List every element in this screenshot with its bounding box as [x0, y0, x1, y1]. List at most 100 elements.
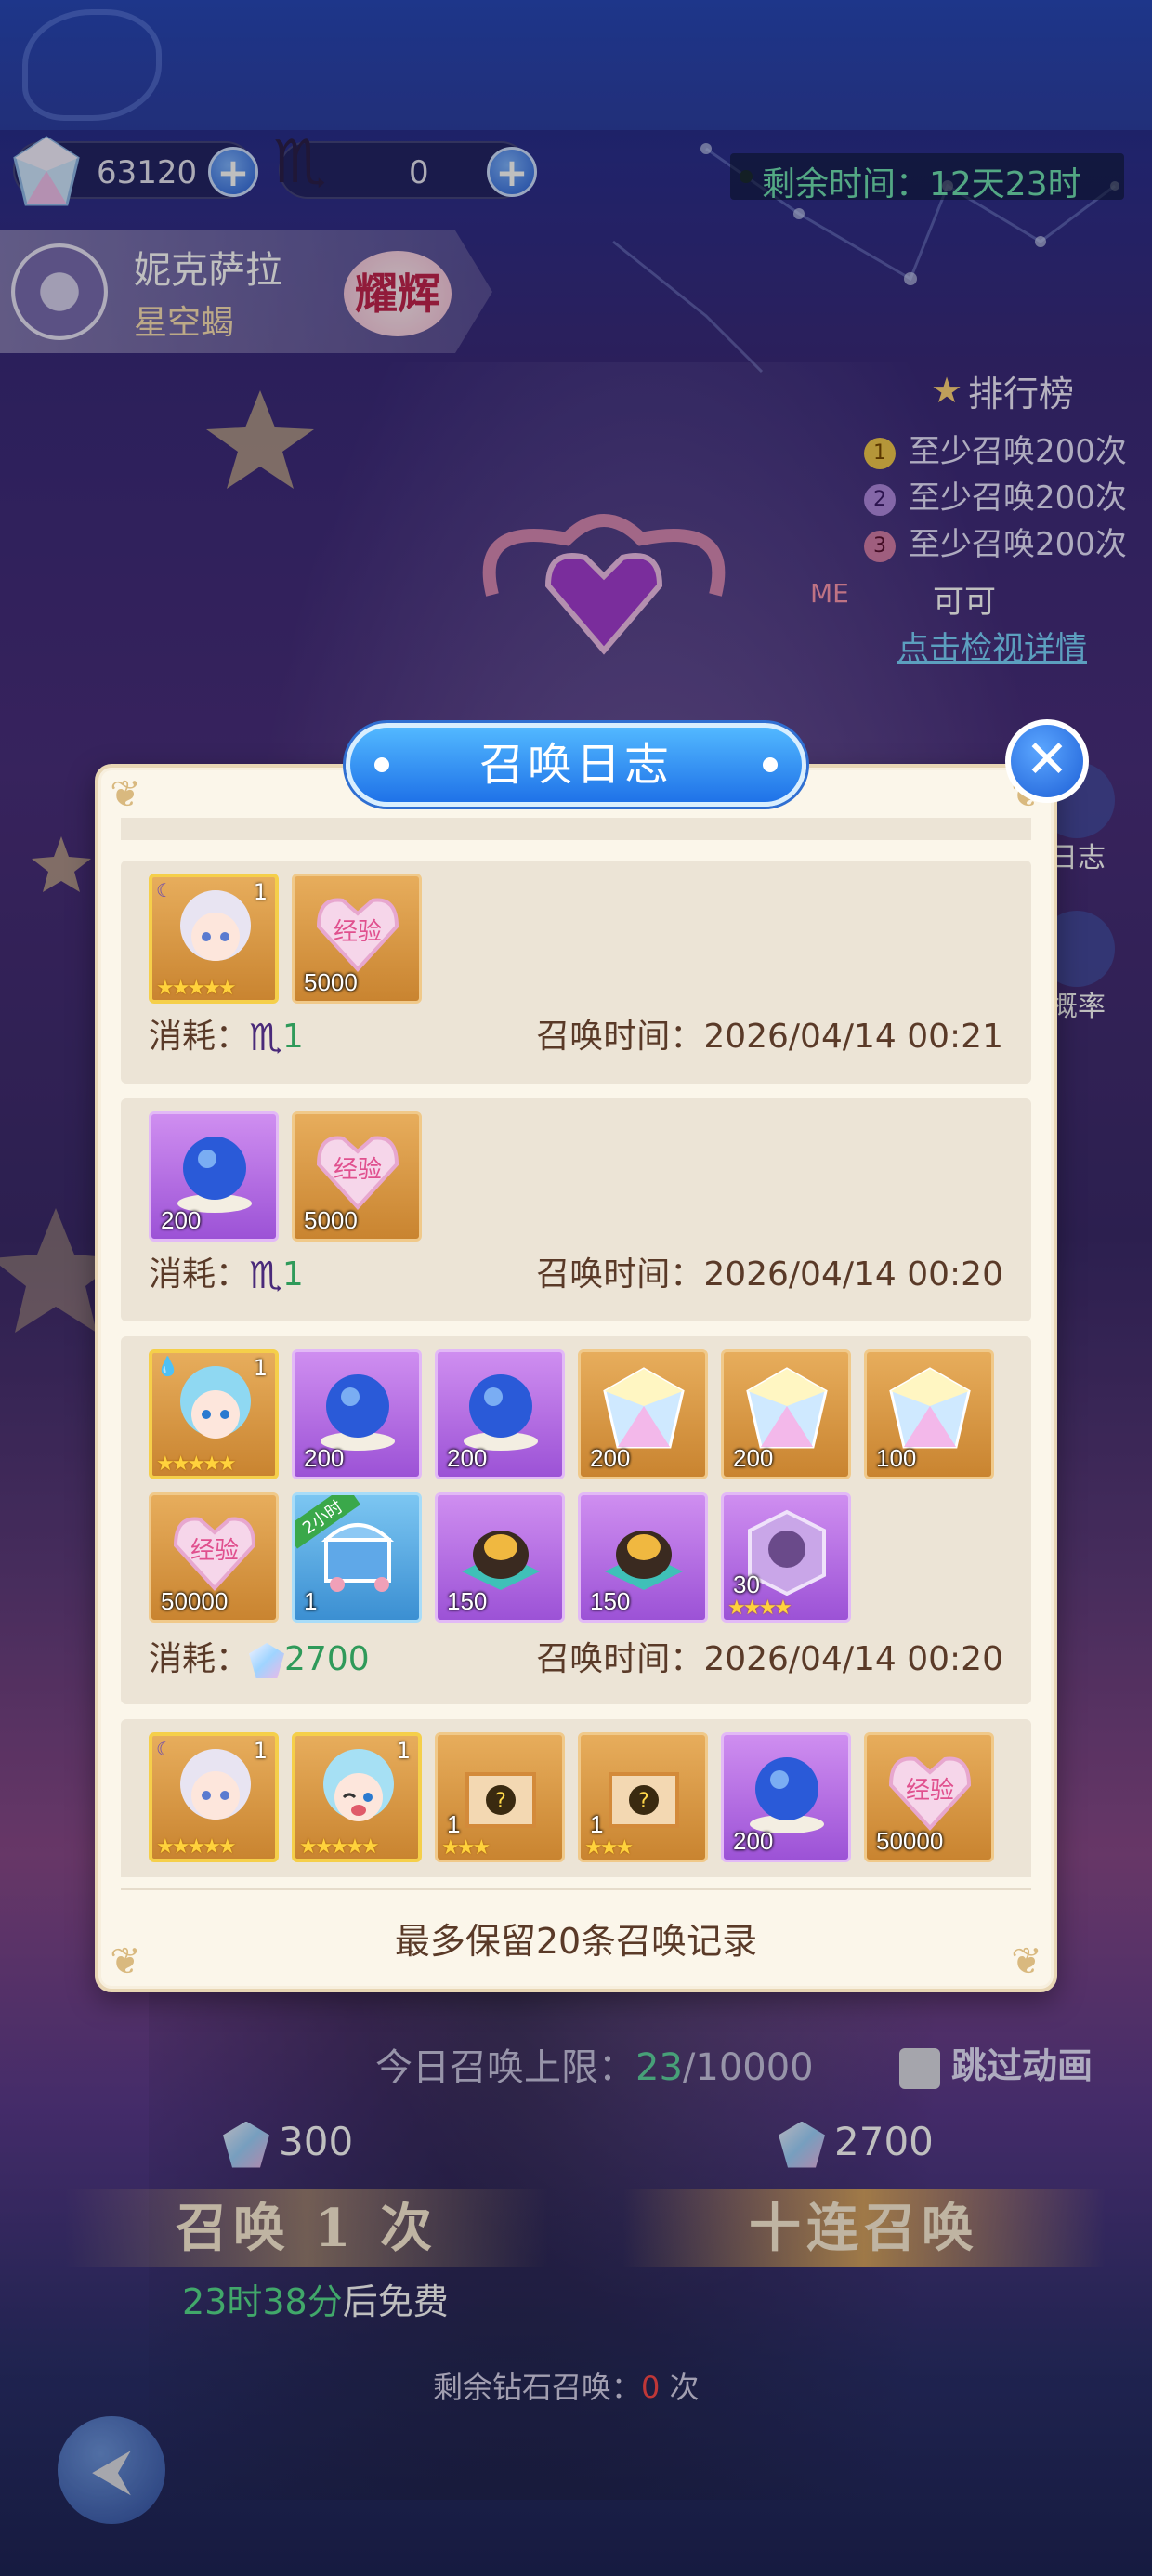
treasure-chest-item[interactable]: 2小时 1: [292, 1492, 422, 1623]
silver-hair-hero-portrait: [180, 1749, 251, 1820]
item-quantity: 200: [590, 1444, 631, 1472]
close-icon: ✕: [1025, 729, 1069, 790]
exp-heart-item[interactable]: 经验 5000: [292, 874, 422, 1004]
cost-value: 1: [281, 1255, 304, 1294]
star-orb-icon: [750, 1757, 824, 1833]
star-orb-item[interactable]: 200: [435, 1349, 565, 1479]
crystal-icon: [746, 1367, 828, 1449]
item-quantity: 200: [447, 1444, 488, 1472]
hero-card-silver[interactable]: ☾ 1 ★★★★★: [149, 1732, 279, 1862]
crystal-item[interactable]: 200: [721, 1349, 851, 1479]
hero-level: 1: [396, 1738, 411, 1764]
star-rating: ★★★: [441, 1836, 491, 1860]
hero-level: 1: [253, 1355, 268, 1381]
cost-value: 2700: [284, 1640, 370, 1678]
silver-hair-hero-portrait: [180, 890, 251, 961]
star-rating: ★★★★★: [156, 977, 237, 1000]
item-quantity: 5000: [304, 968, 358, 996]
gold-egg-item[interactable]: 150: [435, 1492, 565, 1623]
hero-card-silver[interactable]: ☾ 1 ★★★★★: [149, 874, 279, 1004]
cost-info: 消耗： 2700: [149, 1632, 370, 1680]
time-label: 召唤时间：: [536, 1018, 704, 1056]
hero-card-cyan-wink[interactable]: 1 ★★★★★: [292, 1732, 422, 1862]
item-quantity: 30: [733, 1571, 760, 1598]
title-dot-icon: [763, 757, 778, 772]
cyan-hair-hero-portrait: [323, 1749, 394, 1821]
star-orb-item[interactable]: 200: [721, 1732, 851, 1862]
star-orb-item[interactable]: 200: [292, 1349, 422, 1479]
close-button[interactable]: ✕: [1005, 719, 1089, 803]
exp-heart-item[interactable]: 经验 5000: [292, 1111, 422, 1242]
cost-label: 消耗：: [149, 1640, 250, 1678]
summon-time: 召唤时间：2026/04/14 00:20: [536, 1632, 1003, 1680]
gem-icon: [249, 1643, 285, 1678]
star-rating: ★★★★★: [299, 1835, 380, 1859]
dialog-title-pill: 召唤日志: [346, 723, 806, 807]
mystery-box-item[interactable]: ? 1 ★★★: [578, 1732, 708, 1862]
title-dot-icon: [374, 757, 389, 772]
star-rating: ★★★★★: [156, 1835, 237, 1859]
previous-entry-edge: [121, 818, 1031, 840]
item-quantity: 1: [304, 1587, 318, 1615]
crystal-icon: [889, 1367, 971, 1449]
summon-time: 召唤时间：2026/04/14 00:20: [536, 1247, 1003, 1295]
svg-text:?: ?: [638, 1790, 649, 1813]
cyan-hair-hero-portrait: [180, 1366, 251, 1439]
dialog-title: 召唤日志: [478, 739, 673, 791]
exp-heart-icon: 经验: [316, 898, 399, 972]
time-label: 召唤时间：: [536, 1255, 704, 1294]
log-entry: ☾ 1 ★★★★★ 1 ★★★★★ ? 1 ★★★ ? 1 ★★★ 200 经验…: [121, 1719, 1031, 1877]
star-orb-item[interactable]: 200: [149, 1111, 279, 1242]
item-quantity: 100: [876, 1444, 917, 1472]
item-quantity: 200: [304, 1444, 345, 1472]
item-quantity: 5000: [304, 1206, 358, 1234]
exp-text: 经验: [906, 1777, 954, 1805]
hero-level: 1: [253, 1738, 268, 1764]
gold-egg-item[interactable]: 150: [578, 1492, 708, 1623]
cost-value: 1: [281, 1018, 304, 1056]
time-value: 2026/04/14 00:20: [703, 1255, 1003, 1294]
item-quantity: 200: [733, 1444, 774, 1472]
cost-info: 消耗：♏1: [149, 1247, 304, 1297]
mystery-box-icon: ?: [465, 1772, 536, 1828]
exp-heart-icon: 经验: [173, 1517, 256, 1591]
item-quantity: 150: [447, 1587, 488, 1615]
item-quantity: 1: [447, 1810, 461, 1838]
star-orb-icon: [464, 1374, 538, 1451]
water-element-icon: 💧: [156, 1355, 179, 1377]
cost-label: 消耗：: [149, 1018, 250, 1056]
dialog-footer-divider: [121, 1888, 1031, 1890]
scorpion-icon: ♏: [249, 1255, 282, 1297]
exp-text: 经验: [190, 1537, 239, 1565]
log-entry: 200 经验 5000 消耗：♏1 召唤时间：2026/04/14 00:20: [121, 1098, 1031, 1321]
exp-heart-icon: 经验: [888, 1756, 972, 1831]
scorpion-icon: ♏: [249, 1017, 282, 1059]
exp-heart-item[interactable]: 经验 50000: [149, 1492, 279, 1623]
time-value: 2026/04/14 00:20: [703, 1640, 1003, 1678]
item-quantity: 150: [590, 1587, 631, 1615]
gold-egg-icon: [462, 1531, 540, 1590]
crystal-icon: [603, 1367, 685, 1449]
hero-card-cyan[interactable]: 💧 1 ★★★★★: [149, 1349, 279, 1479]
exp-heart-item[interactable]: 经验 50000: [864, 1732, 994, 1862]
time-value: 2026/04/14 00:21: [703, 1018, 1003, 1056]
mystery-box-icon: ?: [609, 1772, 679, 1828]
shadow-cube-item[interactable]: 30 ★★★★: [721, 1492, 851, 1623]
moon-element-icon: ☾: [156, 1738, 173, 1760]
log-entry: 💧 1 ★★★★★ 200 200 200 200 100 经验 50000 2…: [121, 1336, 1031, 1704]
star-orb-icon: [177, 1137, 252, 1213]
gold-egg-icon: [605, 1531, 683, 1590]
exp-text: 经验: [334, 918, 382, 946]
log-retention-note: 最多保留20条召唤记录: [394, 1921, 758, 1962]
summon-time: 召唤时间：2026/04/14 00:21: [536, 1009, 1003, 1058]
crystal-item[interactable]: 200: [578, 1349, 708, 1479]
corner-ornament-icon: ❦: [110, 773, 141, 816]
star-rating: ★★★★★: [156, 1452, 237, 1476]
mystery-box-item[interactable]: ? 1 ★★★: [435, 1732, 565, 1862]
crystal-item[interactable]: 100: [864, 1349, 994, 1479]
star-rating: ★★★: [584, 1836, 634, 1860]
cost-label: 消耗：: [149, 1255, 250, 1294]
item-quantity: 200: [161, 1206, 202, 1234]
summon-log-list[interactable]: ☾ 1 ★★★★★ 经验 5000 消耗：♏1 召唤时间：2026/04/14 …: [121, 818, 1031, 1877]
star-orb-icon: [321, 1374, 395, 1451]
